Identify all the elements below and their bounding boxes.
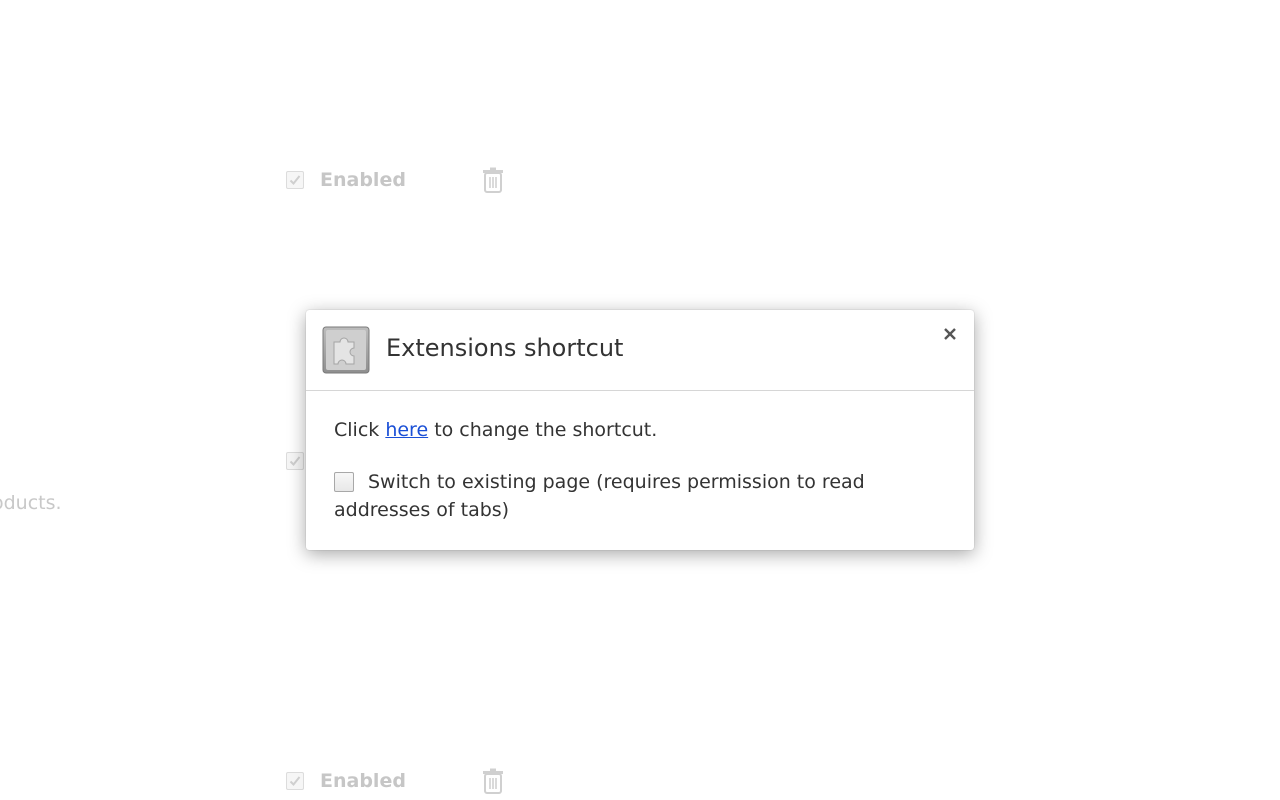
body-prefix: Click: [334, 419, 386, 441]
dialog-header: Extensions shortcut: [306, 310, 974, 391]
change-shortcut-link[interactable]: here: [385, 419, 428, 441]
extensions-shortcut-dialog: Extensions shortcut Click here to change…: [306, 310, 974, 550]
switch-existing-page-checkbox[interactable]: [334, 472, 354, 492]
dialog-body: Click here to change the shortcut. Switc…: [334, 416, 946, 524]
change-shortcut-text: Click here to change the shortcut.: [334, 416, 946, 444]
checkmark-icon: [289, 776, 301, 786]
bg-description-text: oducts.: [0, 492, 62, 514]
close-icon: [944, 328, 956, 340]
switch-existing-page-label-line2: addresses of tabs): [334, 499, 510, 521]
switch-existing-page-label: Switch to existing page (requires permis…: [368, 471, 865, 493]
checkmark-icon: [289, 175, 301, 185]
extensions-page: Enabled oducts. Enabled: [0, 0, 1280, 800]
bg-extension-row: Enabled: [286, 768, 504, 794]
bg-enabled-checkbox: [286, 772, 304, 790]
bg-enabled-label: Enabled: [320, 169, 406, 191]
switch-existing-page-option[interactable]: Switch to existing page (requires permis…: [334, 468, 946, 524]
bg-partial-checkbox: [286, 452, 304, 470]
bg-enabled-label: Enabled: [320, 770, 406, 792]
bg-enabled-checkbox: [286, 171, 304, 189]
trash-icon: [482, 167, 504, 193]
body-suffix: to change the shortcut.: [428, 419, 658, 441]
bg-extension-row: Enabled: [286, 167, 504, 193]
close-button[interactable]: [940, 324, 960, 344]
checkmark-icon: [289, 456, 301, 466]
puzzle-piece-icon: [322, 326, 370, 374]
dialog-title: Extensions shortcut: [386, 334, 624, 362]
trash-icon: [482, 768, 504, 794]
